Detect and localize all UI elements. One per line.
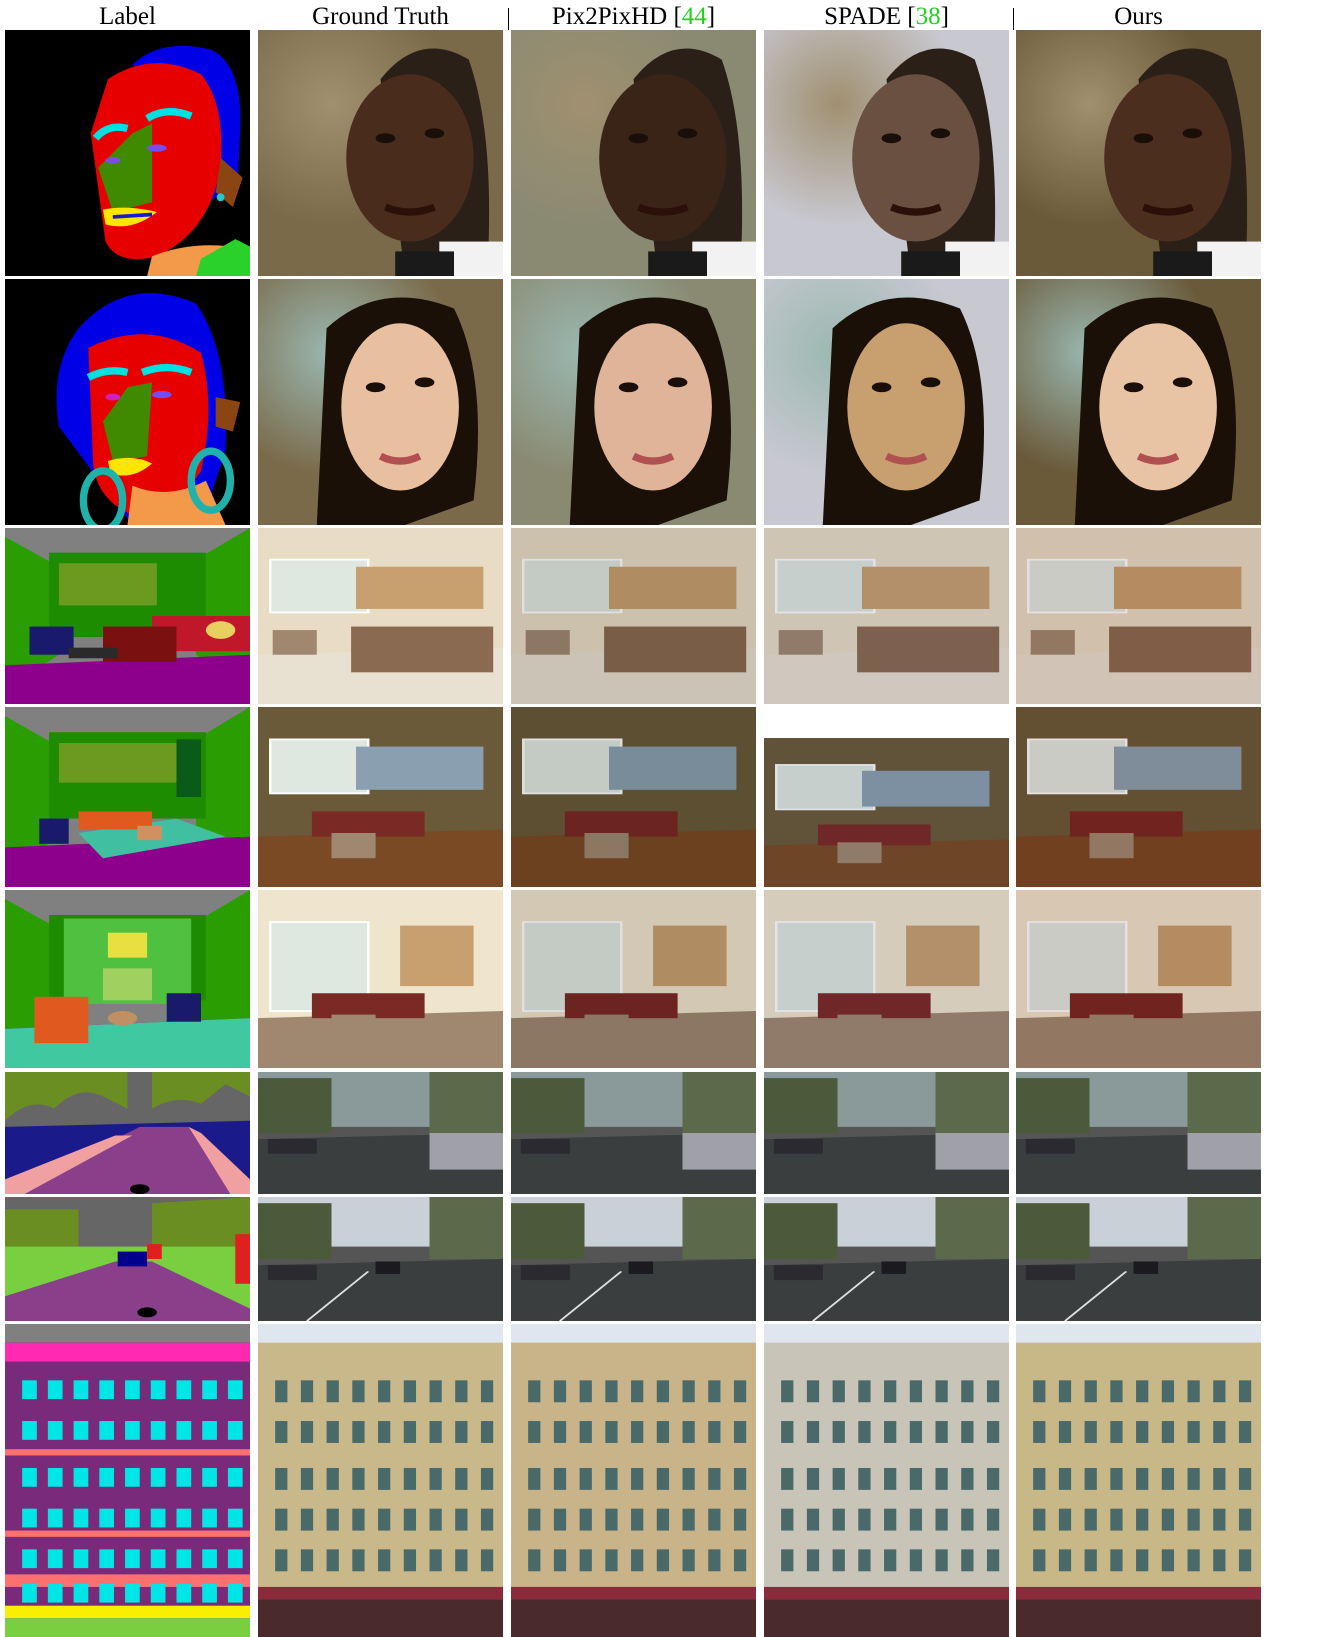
face-woman-ours-result [1016,279,1261,525]
face-man-ground-truth-image [258,30,503,276]
building-facade-spade-result [764,1324,1009,1637]
bedroom-ours-result [1016,528,1261,704]
street-cars-spade-result [764,1072,1009,1194]
living-room-windows-ours-result [1016,707,1261,887]
street-cars-label-map [5,1072,250,1194]
column-header-label: Label [99,3,156,30]
face-man-ours-result [1016,30,1261,276]
column-header-spade: SPADE [38] [824,3,949,30]
face-man-spade-result [764,30,1009,276]
citation-link[interactable]: 38 [916,3,941,30]
face-woman-pix2pixhd-result [511,279,756,525]
face-man-label-map [5,30,250,276]
citation-link[interactable]: 44 [682,3,707,30]
column-header-ours: Ours [1114,3,1163,30]
living-room-fireplace-label-map [5,890,250,1068]
column-divider [1013,8,1014,30]
building-facade-ground-truth-image [258,1324,503,1637]
living-room-windows-spade-result [764,738,1009,887]
bedroom-label-map [5,528,250,704]
street-road-pix2pixhd-result [511,1197,756,1321]
living-room-fireplace-pix2pixhd-result [511,890,756,1068]
living-room-windows-pix2pixhd-result [511,707,756,887]
face-woman-spade-result [764,279,1009,525]
street-road-ground-truth-image [258,1197,503,1321]
street-cars-ground-truth-image [258,1072,503,1194]
living-room-fireplace-spade-result [764,890,1009,1068]
column-header-pix2pixhd: Pix2PixHD [44] [551,3,716,30]
living-room-fireplace-ground-truth-image [258,890,503,1068]
column-header-row: Label Ground Truth Pix2PixHD [44] SPADE … [0,0,1320,30]
street-cars-ours-result [1016,1072,1261,1194]
living-room-windows-label-map [5,707,250,887]
street-road-ours-result [1016,1197,1261,1321]
column-header-ground-truth: Ground Truth [312,3,449,30]
face-man-pix2pixhd-result [511,30,756,276]
bedroom-spade-result [764,528,1009,704]
building-facade-pix2pixhd-result [511,1324,756,1637]
building-facade-ours-result [1016,1324,1261,1637]
living-room-windows-ground-truth-image [258,707,503,887]
building-facade-label-map [5,1324,250,1637]
street-road-label-map [5,1197,250,1321]
bedroom-pix2pixhd-result [511,528,756,704]
face-woman-label-map [5,279,250,525]
living-room-fireplace-ours-result [1016,890,1261,1068]
bedroom-ground-truth-image [258,528,503,704]
street-road-spade-result [764,1197,1009,1321]
street-cars-pix2pixhd-result [511,1072,756,1194]
face-woman-ground-truth-image [258,279,503,525]
column-divider [508,8,509,30]
